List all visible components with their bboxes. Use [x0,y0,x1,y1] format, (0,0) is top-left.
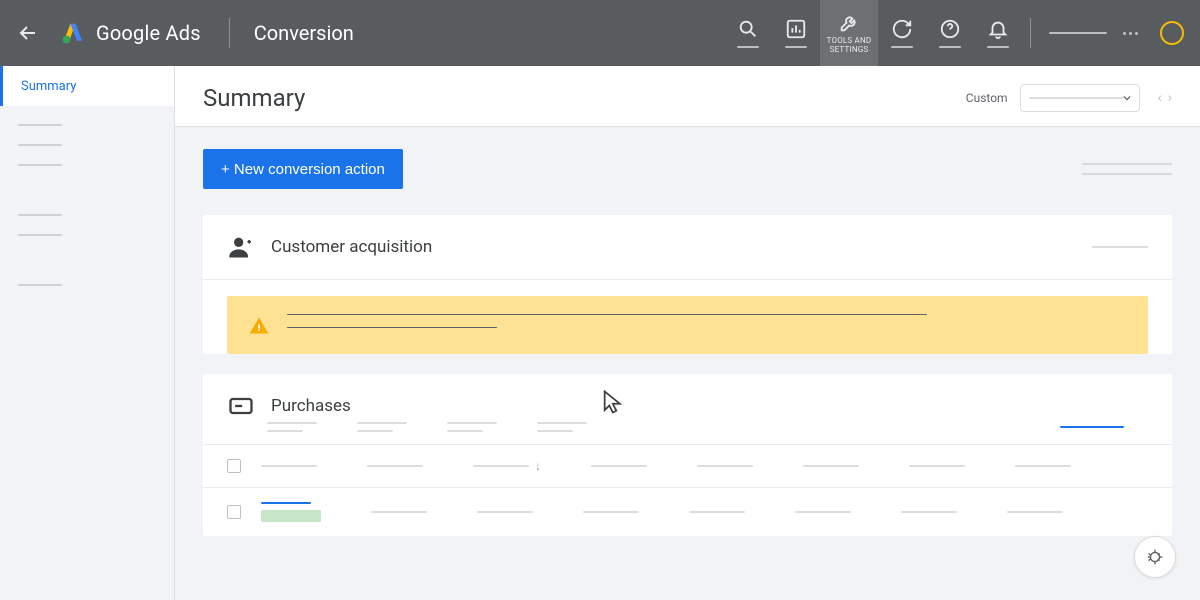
cell [901,511,957,513]
tools-label: TOOLS AND SETTINGS [820,36,878,54]
cell [583,511,639,513]
status-chip [261,510,321,522]
feedback-fab[interactable] [1134,536,1176,578]
reports-icon[interactable] [772,0,820,66]
person-add-icon [227,233,255,261]
main-header: Summary Custom ‹ › [175,66,1200,127]
sidebar-item-placeholder[interactable] [18,284,62,286]
column-header[interactable] [1015,465,1071,467]
sidebar-item-placeholder[interactable] [18,214,62,216]
sidebar-item-summary[interactable]: Summary [0,66,174,106]
cell [477,511,533,513]
column-header[interactable] [803,465,859,467]
card-title: Customer acquisition [271,237,432,257]
avatar[interactable] [1160,21,1184,45]
next-icon[interactable]: › [1168,90,1172,106]
search-icon[interactable] [724,0,772,66]
column-header-sorted[interactable]: ↓ [473,459,541,473]
new-conversion-action-button[interactable]: + New conversion action [203,149,403,189]
cell [371,511,427,513]
help-icon[interactable] [926,0,974,66]
account-dots [1123,32,1138,35]
card-icon [227,392,255,420]
topbar: Google Ads Conversion TOOLS AND SETTINGS [0,0,1200,66]
prev-icon[interactable]: ‹ [1158,90,1162,106]
row-checkbox[interactable] [227,505,241,519]
purchases-stats [203,422,1172,444]
main: Summary Custom ‹ › + New conversion acti… [175,66,1200,600]
page-title: Summary [203,84,305,112]
back-arrow-icon[interactable] [16,21,40,45]
date-pager: ‹ › [1158,90,1172,106]
date-range-label: Custom [966,91,1008,105]
cell [795,511,851,513]
app-name: Google Ads [96,21,201,45]
sidebar: Summary [0,66,175,600]
alert-text-placeholder [287,314,1126,328]
column-header[interactable] [909,465,965,467]
cell [261,502,321,522]
warning-icon [249,316,269,336]
divider [1030,18,1031,48]
purchases-link[interactable] [1060,426,1124,428]
bug-icon [1144,546,1166,568]
column-header[interactable] [367,465,423,467]
select-all-checkbox[interactable] [227,459,241,473]
content: + New conversion action Customer acquisi… [175,127,1200,600]
cell [1007,511,1063,513]
column-header[interactable] [591,465,647,467]
sort-down-icon: ↓ [535,459,541,473]
table-header-row: ↓ [203,444,1172,487]
section-title: Conversion [254,21,354,45]
tools-settings-icon[interactable]: TOOLS AND SETTINGS [820,0,878,66]
notifications-icon[interactable] [974,0,1022,66]
date-range-select[interactable] [1020,84,1140,112]
card-title: Purchases [271,396,351,416]
logo[interactable]: Google Ads [60,20,201,46]
column-header[interactable] [697,465,753,467]
chevron-down-icon [1123,94,1131,102]
divider [229,18,230,48]
topbar-right: TOOLS AND SETTINGS [724,0,1184,66]
sidebar-item-placeholder[interactable] [18,144,62,146]
sidebar-item-placeholder[interactable] [18,124,62,126]
card-purchases: Purchases ↓ [203,374,1172,536]
refresh-icon[interactable] [878,0,926,66]
account-placeholder[interactable] [1049,32,1107,34]
cell [689,511,745,513]
content-top-right-placeholder [1082,163,1172,175]
warning-alert [227,296,1148,354]
card-customer-acquisition: Customer acquisition [203,215,1172,354]
table-row[interactable] [203,487,1172,536]
column-header[interactable] [261,465,317,467]
google-ads-logo-icon [60,20,86,46]
